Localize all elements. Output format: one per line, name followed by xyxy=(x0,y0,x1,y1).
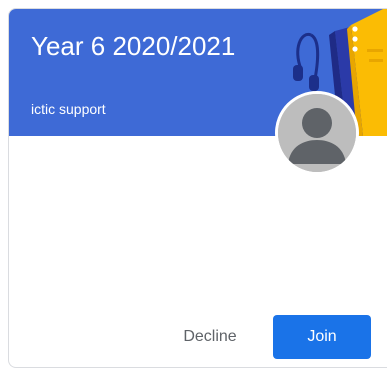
more-vert-icon[interactable] xyxy=(349,25,361,53)
decline-button[interactable]: Decline xyxy=(165,315,255,359)
invite-actions: Decline Join xyxy=(9,315,387,361)
class-invite-card: Year 6 2020/2021 ictic support Decline J… xyxy=(8,8,387,368)
teacher-name: ictic support xyxy=(31,101,106,117)
default-profile-icon xyxy=(278,94,356,172)
join-button[interactable]: Join xyxy=(273,315,371,359)
avatar xyxy=(275,91,359,175)
class-title[interactable]: Year 6 2020/2021 xyxy=(31,29,235,63)
